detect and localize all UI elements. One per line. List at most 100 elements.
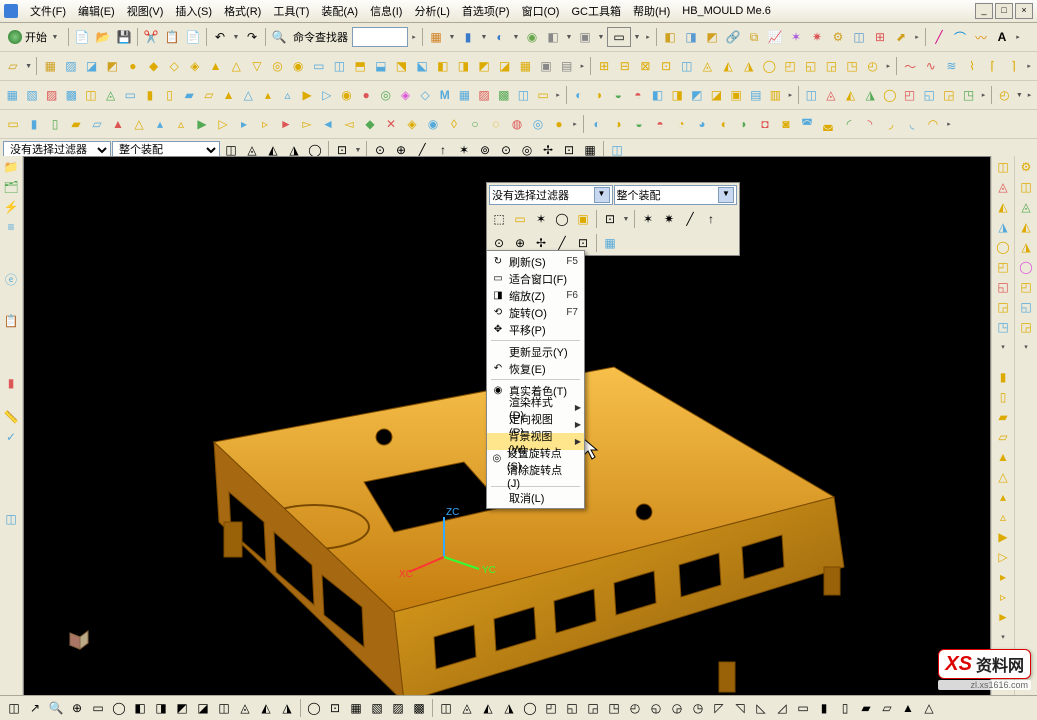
n8-icon[interactable]: ◪ [707, 85, 726, 105]
menu-assembly[interactable]: 装配(A) [315, 1, 364, 21]
save-icon[interactable]: 💾 [114, 27, 134, 47]
hd3d-icon[interactable]: ◫ [2, 510, 20, 528]
fs-sn3-icon[interactable]: ╱ [680, 209, 700, 229]
sw6-icon[interactable]: ▽ [247, 56, 267, 76]
h11-icon[interactable]: ▷ [213, 114, 233, 134]
m28-icon[interactable]: ▭ [534, 85, 553, 105]
o5-icon[interactable]: ◯ [881, 85, 900, 105]
sw5-icon[interactable]: △ [226, 56, 246, 76]
j3-icon[interactable]: ◒ [629, 114, 649, 134]
ctx-restore[interactable]: ↶恢复(E) [487, 360, 584, 377]
asm8-icon[interactable]: ◮ [739, 56, 759, 76]
probe-icon[interactable]: ✶ [786, 27, 806, 47]
sb16-icon[interactable]: ⊡ [325, 698, 345, 718]
sb33-icon[interactable]: ◷ [688, 698, 708, 718]
fs-pick-icon[interactable]: ⬚ [489, 209, 509, 229]
ctx-refresh[interactable]: ↻刷新(S)F5 [487, 253, 584, 270]
pf9-icon[interactable]: ◩ [474, 56, 494, 76]
sb17-icon[interactable]: ▦ [346, 698, 366, 718]
block-icon[interactable]: ▦ [426, 27, 446, 47]
s7-icon[interactable]: ◰ [1017, 278, 1035, 296]
h17-icon[interactable]: ◅ [339, 114, 359, 134]
overflow-2[interactable]: ▸ [643, 28, 653, 46]
r9-icon[interactable]: ◳ [994, 318, 1012, 336]
o8-icon[interactable]: ◲ [940, 85, 959, 105]
menu-view[interactable]: 视图(V) [121, 1, 170, 21]
ctx-rotate[interactable]: ⟲旋转(O)F7 [487, 304, 584, 321]
asm1-icon[interactable]: ⊞ [594, 56, 614, 76]
sb36-icon[interactable]: ◺ [751, 698, 771, 718]
s1-icon[interactable]: ⚙ [1017, 158, 1035, 176]
n10-icon[interactable]: ▤ [746, 85, 765, 105]
maximize-button[interactable]: □ [995, 3, 1013, 19]
s9-icon[interactable]: ◲ [1017, 318, 1035, 336]
redo-icon[interactable]: ↷ [242, 27, 262, 47]
pf2-icon[interactable]: ◫ [330, 56, 350, 76]
sb28-icon[interactable]: ◲ [583, 698, 603, 718]
ie-icon[interactable]: ⓔ [2, 270, 20, 288]
menu-edit[interactable]: 编辑(E) [72, 1, 121, 21]
sb20-icon[interactable]: ▩ [409, 698, 429, 718]
m17-icon[interactable]: ▷ [318, 85, 337, 105]
m18-icon[interactable]: ◉ [337, 85, 356, 105]
h6-icon[interactable]: ▲ [108, 114, 128, 134]
pf11-icon[interactable]: ▦ [516, 56, 536, 76]
pf8-icon[interactable]: ◨ [454, 56, 474, 76]
j10-icon[interactable]: ◙ [776, 114, 796, 134]
s3-icon[interactable]: ◬ [1017, 198, 1035, 216]
fs-sn1-icon[interactable]: ✶ [638, 209, 658, 229]
nav-layer-icon[interactable]: ≡ [2, 218, 20, 236]
h13-icon[interactable]: ▹ [255, 114, 275, 134]
m6-icon[interactable]: ◬ [101, 85, 120, 105]
h2-icon[interactable]: ▮ [24, 114, 44, 134]
sw4-icon[interactable]: ▲ [206, 56, 226, 76]
menu-window[interactable]: 窗口(O) [516, 1, 566, 21]
h14-icon[interactable]: ► [276, 114, 296, 134]
sb18-icon[interactable]: ▧ [367, 698, 387, 718]
h18-icon[interactable]: ◆ [360, 114, 380, 134]
pf6-icon[interactable]: ⬕ [412, 56, 432, 76]
menu-analyze[interactable]: 分析(L) [408, 1, 455, 21]
j17-icon[interactable]: ◠ [923, 114, 943, 134]
box1-icon[interactable]: ▦ [40, 56, 60, 76]
j16-icon[interactable]: ◟ [902, 114, 922, 134]
ctx-clear-rotation[interactable]: 清除旋转点(J) [487, 467, 584, 484]
r19-icon[interactable]: ▷ [994, 548, 1012, 566]
move-icon[interactable]: ⬈ [891, 27, 911, 47]
sb30-icon[interactable]: ◴ [625, 698, 645, 718]
m15-icon[interactable]: ▵ [278, 85, 297, 105]
m4-icon[interactable]: ▩ [62, 85, 81, 105]
fs-rect-icon[interactable]: ▭ [510, 209, 530, 229]
m1-icon[interactable]: ▦ [3, 85, 22, 105]
sb24-icon[interactable]: ◮ [499, 698, 519, 718]
h20-icon[interactable]: ◈ [402, 114, 422, 134]
sketch-pref-icon[interactable]: ◫ [849, 27, 869, 47]
sb26-icon[interactable]: ◰ [541, 698, 561, 718]
overflow-6[interactable]: ▸ [884, 57, 894, 75]
sb23-icon[interactable]: ◭ [478, 698, 498, 718]
line-icon[interactable]: ╱ [929, 27, 949, 47]
r3-icon[interactable]: ◭ [994, 198, 1012, 216]
m14-icon[interactable]: ▴ [259, 85, 278, 105]
o2-icon[interactable]: ◬ [822, 85, 841, 105]
extrude-icon[interactable]: ▮ [458, 27, 478, 47]
roles-icon[interactable]: ▮ [2, 374, 20, 392]
sb21-icon[interactable]: ◫ [436, 698, 456, 718]
cmd-finder-input[interactable] [352, 27, 408, 47]
pf4-icon[interactable]: ⬓ [371, 56, 391, 76]
constraint-icon[interactable]: ⊞ [870, 27, 890, 47]
sb43-icon[interactable]: ▲ [898, 698, 918, 718]
ctx-zoom[interactable]: ◨缩放(Z)F6 [487, 287, 584, 304]
pf10-icon[interactable]: ◪ [495, 56, 515, 76]
h12-icon[interactable]: ▸ [234, 114, 254, 134]
h9-icon[interactable]: ▵ [171, 114, 191, 134]
sb40-icon[interactable]: ▯ [835, 698, 855, 718]
chevron-down-icon[interactable]: ▼ [718, 187, 734, 203]
o1-icon[interactable]: ◫ [802, 85, 821, 105]
sb8-icon[interactable]: ◨ [151, 698, 171, 718]
circ-icon[interactable]: ● [123, 56, 143, 76]
asm7-icon[interactable]: ◭ [718, 56, 738, 76]
asm9-icon[interactable]: ◯ [760, 56, 780, 76]
j6-icon[interactable]: ◕ [692, 114, 712, 134]
cut-icon[interactable]: ✂️ [141, 27, 161, 47]
